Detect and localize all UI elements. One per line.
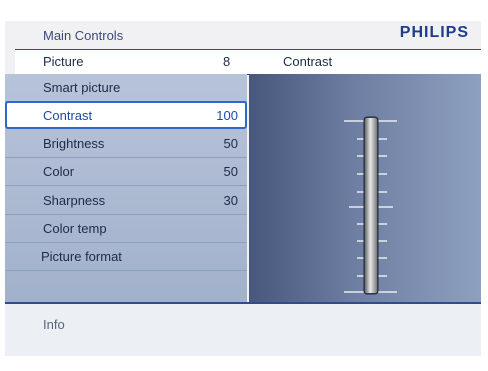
- menu-item-label: Contrast: [43, 108, 93, 123]
- menu-item-value: 30: [223, 193, 238, 208]
- menu-item-label: Smart picture: [43, 80, 121, 95]
- menu-item-smart-picture[interactable]: Smart picture: [5, 74, 247, 102]
- menu-item-contrast[interactable]: Contrast 100: [5, 101, 247, 129]
- slider-fill: [365, 118, 377, 293]
- menu-item-value: 100: [216, 108, 238, 123]
- contrast-panel: [249, 74, 481, 302]
- menu-item-value: 50: [223, 136, 238, 151]
- menu-item-empty: [5, 272, 247, 300]
- menu-item-label: Color: [43, 164, 75, 179]
- section-title: Picture: [43, 54, 84, 69]
- contrast-slider[interactable]: [249, 74, 481, 302]
- menu-item-color[interactable]: Color 50: [5, 158, 247, 186]
- menu-item-value: 50: [223, 164, 238, 179]
- brand-logo: PHILIPS: [399, 24, 469, 41]
- menu-item-label: Color temp: [43, 221, 107, 236]
- section-number: 8: [223, 54, 231, 69]
- picture-menu-list: Smart picture Contrast 100 Brightness 50…: [5, 74, 247, 302]
- menu-header: Picture 8 Contrast: [15, 49, 481, 75]
- menu-item-label: Brightness: [43, 136, 105, 151]
- menu-item-sharpness[interactable]: Sharpness 30: [5, 187, 247, 215]
- detail-title: Contrast: [283, 54, 333, 69]
- info-label: Info: [43, 317, 65, 332]
- menu-item-label: Sharpness: [43, 193, 106, 208]
- menu-item-label: Picture format: [41, 249, 122, 264]
- tv-osd-menu: Main Controls PHILIPS Picture 8 Contrast…: [5, 21, 481, 356]
- menu-item-picture-format[interactable]: Picture format: [5, 243, 247, 271]
- menu-item-brightness[interactable]: Brightness 50: [5, 130, 247, 158]
- info-bar: Info: [5, 302, 481, 356]
- menu-title: Main Controls: [43, 28, 124, 43]
- menu-item-color-temp[interactable]: Color temp: [5, 215, 247, 243]
